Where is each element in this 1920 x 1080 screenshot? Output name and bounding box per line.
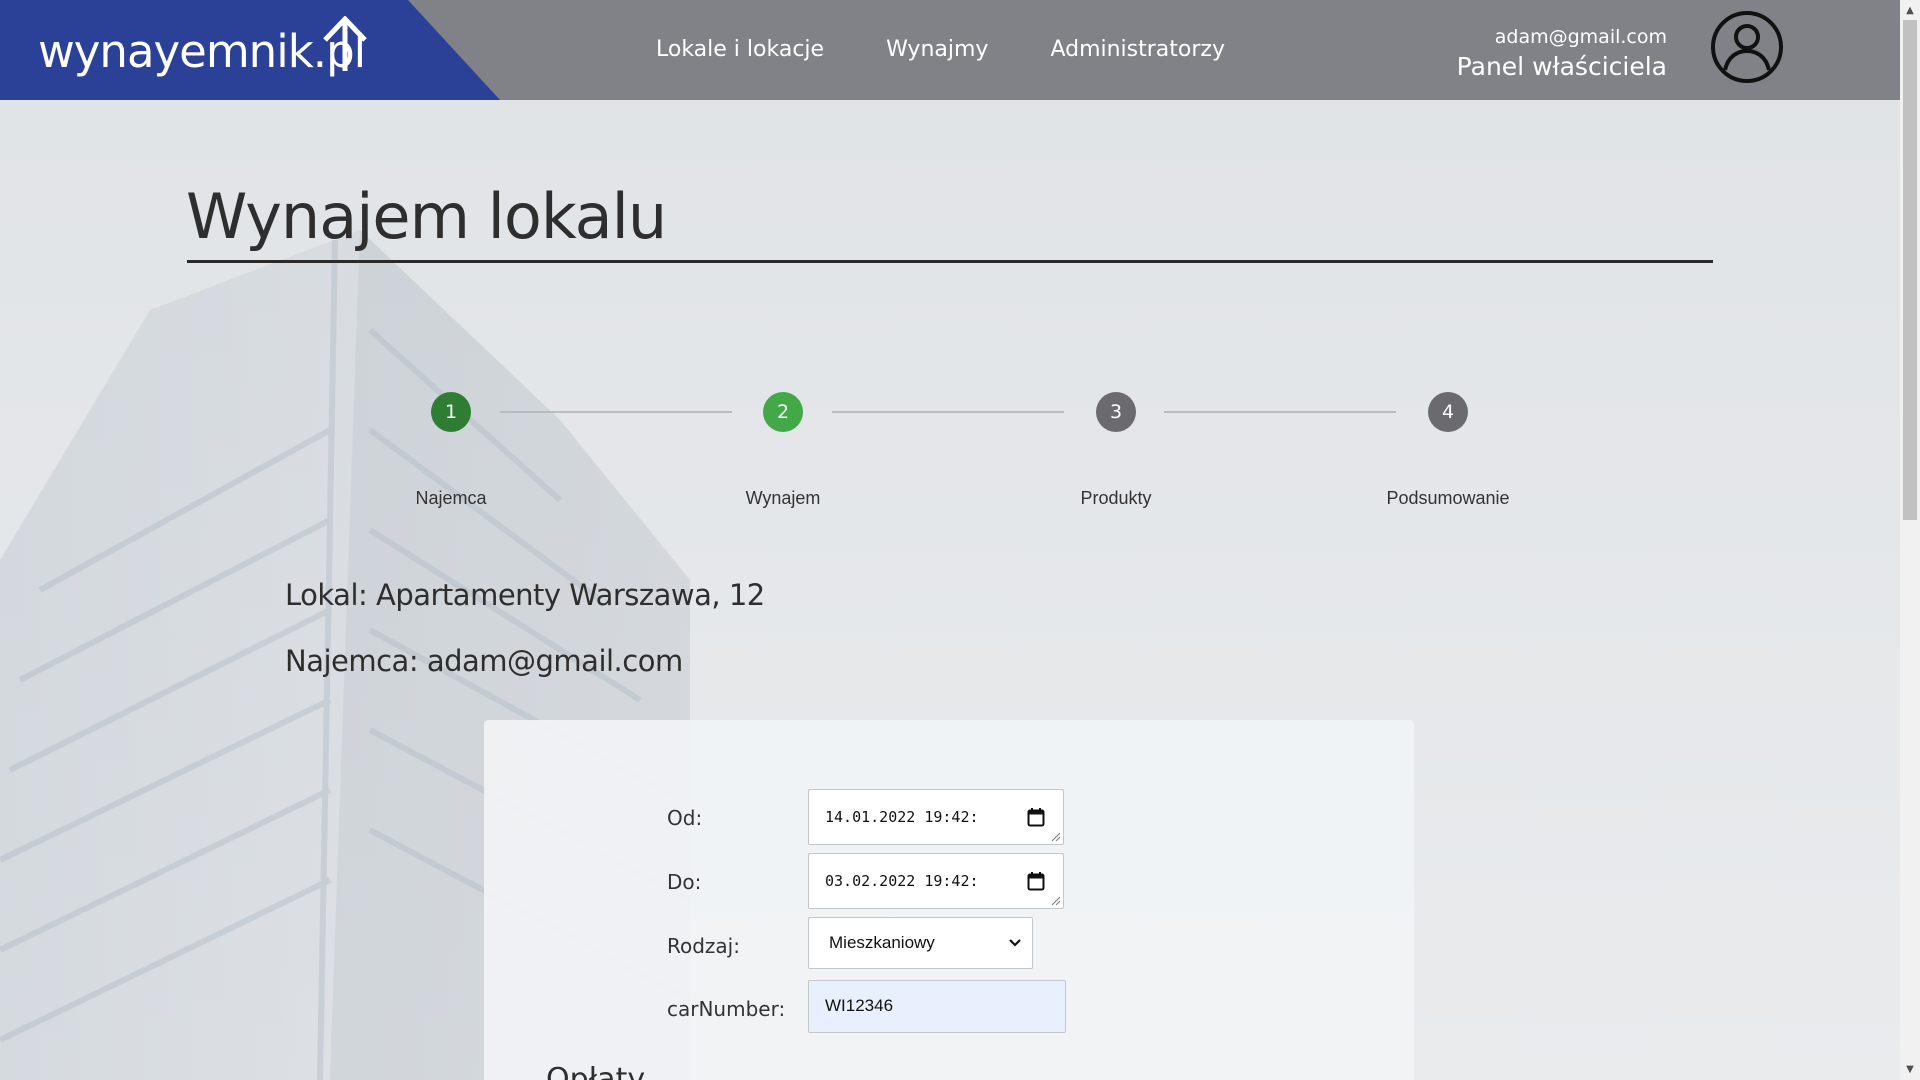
do-value: 03.02.2022 19:42: (825, 872, 979, 890)
main-nav: Lokale i lokacje Wynajmy Administratorzy (656, 34, 1225, 66)
page-scrollbar[interactable]: ▲ ▼ (1900, 0, 1920, 1080)
od-datetime-input[interactable]: 14.01.2022 19:42: (808, 789, 1064, 845)
page-title: Wynajem lokalu (186, 180, 667, 253)
scroll-thumb[interactable] (1903, 20, 1917, 520)
step-1-circle[interactable]: 1 (431, 392, 471, 432)
najemca-info: Najemca: adam@gmail.com (285, 644, 683, 678)
progress-stepper: 1 2 3 4 Najemca Wynajem Produkty Podsumo… (0, 390, 1900, 520)
calendar-icon[interactable] (1027, 807, 1045, 827)
house-icon (323, 16, 367, 71)
step-3-label: Produkty (1080, 488, 1152, 508)
calendar-icon[interactable] (1027, 871, 1045, 891)
step-3-circle[interactable]: 3 (1096, 392, 1136, 432)
nav-item-lokale[interactable]: Lokale i lokacje (656, 34, 824, 66)
step-4-circle[interactable]: 4 (1428, 392, 1468, 432)
nav-item-wynajmy[interactable]: Wynajmy (886, 34, 988, 66)
car-number-input[interactable]: WI12346 (808, 980, 1066, 1033)
resize-grip-icon[interactable] (1051, 832, 1061, 842)
oplaty-heading: Opłaty (546, 1062, 646, 1080)
do-datetime-input[interactable]: 03.02.2022 19:42: (808, 853, 1064, 909)
step-2-label: Wynajem (745, 488, 821, 508)
step-connector (1164, 411, 1396, 413)
user-circle-icon[interactable] (1710, 10, 1784, 84)
step-4-label: Podsumowanie (1386, 488, 1510, 508)
step-1-label: Najemca (415, 488, 487, 508)
top-header: wynayemnik.pl Lokale i lokacje Wynajmy A… (0, 0, 1900, 100)
step-2-circle[interactable]: 2 (763, 392, 803, 432)
logo[interactable]: wynayemnik.pl (0, 0, 500, 100)
od-value: 14.01.2022 19:42: (825, 808, 979, 826)
owner-panel-link[interactable]: Panel właściciela (1457, 52, 1667, 81)
scroll-down-arrow-icon[interactable]: ▼ (1900, 1061, 1920, 1078)
user-email: adam@gmail.com (1494, 26, 1667, 48)
rodzaj-value: Mieszkaniowy (829, 933, 935, 952)
step-connector (832, 411, 1064, 413)
scroll-up-arrow-icon[interactable]: ▲ (1900, 2, 1920, 19)
do-label: Do: (667, 870, 702, 894)
logo-text: wynayemnik.pl (38, 25, 366, 78)
chevron-down-icon (1009, 939, 1021, 947)
lokal-info: Lokal: Apartamenty Warszawa, 12 (285, 578, 765, 612)
rodzaj-label: Rodzaj: (667, 934, 740, 958)
od-label: Od: (667, 806, 703, 830)
resize-grip-icon[interactable] (1051, 896, 1061, 906)
nav-item-administratorzy[interactable]: Administratorzy (1050, 34, 1225, 66)
step-connector (500, 411, 732, 413)
title-divider (187, 260, 1713, 263)
car-number-label: carNumber: (667, 997, 786, 1021)
car-number-value: WI12346 (825, 996, 894, 1015)
rodzaj-select[interactable]: Mieszkaniowy (808, 917, 1033, 969)
